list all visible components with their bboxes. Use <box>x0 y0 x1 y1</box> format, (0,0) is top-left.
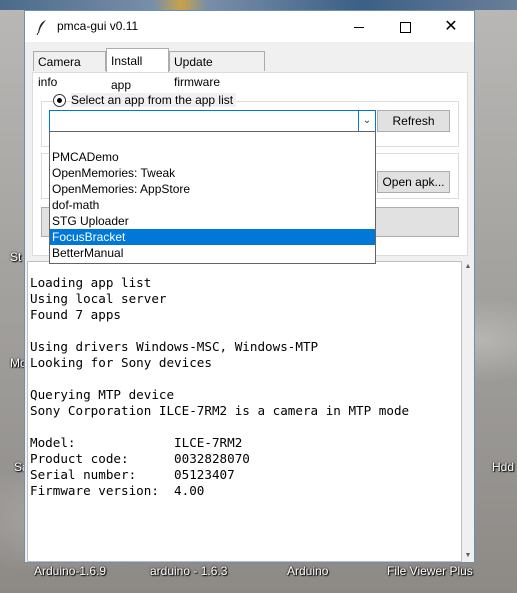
dropdown-item[interactable]: FocusBracket <box>50 229 375 245</box>
dropdown-item[interactable]: BetterManual <box>50 245 375 261</box>
scroll-up-icon[interactable]: ▲ <box>462 261 474 273</box>
app-list-dropdown[interactable]: PMCADemo OpenMemories: Tweak OpenMemories:… <box>49 131 376 264</box>
feather-icon <box>36 20 46 35</box>
desktop-icon-label[interactable]: Arduino-1.6.9 <box>34 564 106 578</box>
log-line: Found 7 apps <box>30 307 121 322</box>
open-apk-button[interactable]: Open apk... <box>377 171 450 193</box>
minimize-button[interactable] <box>336 11 382 42</box>
app-select-combobox[interactable]: ⌄ <box>49 110 376 132</box>
log-line: Querying MTP device <box>30 387 175 402</box>
log-line: Loading app list <box>30 275 152 290</box>
desktop-icons-strip <box>0 0 517 10</box>
dropdown-item[interactable]: OpenMemories: Tweak <box>50 165 375 181</box>
dropdown-item[interactable]: STG Uploader <box>50 213 375 229</box>
log-line: Serial number: 05123407 <box>30 467 235 482</box>
desktop-icon-label[interactable]: File Viewer Plus <box>387 564 473 578</box>
log-line: Looking for Sony devices <box>30 355 212 370</box>
log-line: Using drivers Windows-MSC, Windows-MTP <box>30 339 319 354</box>
dropdown-item[interactable]: PMCADemo <box>50 149 375 165</box>
window-title: pmca-gui v0.11 <box>57 19 139 33</box>
log-line: Product code: 0032828070 <box>30 451 250 466</box>
minimize-icon <box>354 26 364 28</box>
dropdown-item[interactable]: dof-math <box>50 197 375 213</box>
log-line: Firmware version: 4.00 <box>30 483 205 498</box>
select-app-radio-label[interactable]: Select an app from the app list <box>71 93 237 107</box>
chevron-down-icon[interactable]: ⌄ <box>358 111 375 131</box>
log-scrollbar[interactable]: ▲ ▼ <box>462 261 474 562</box>
maximize-button[interactable] <box>382 11 428 42</box>
dropdown-item[interactable]: OpenMemories: AppStore <box>50 181 375 197</box>
tab-update-firmware[interactable]: Update firmware <box>169 51 265 89</box>
select-app-radio[interactable] <box>53 94 66 107</box>
desktop-edge-label: St <box>10 250 22 264</box>
log-line: Sony Corporation ILCE-7RM2 is a camera i… <box>30 403 410 418</box>
desktop-edge-label: Hdd <box>492 460 515 474</box>
desktop-icon-label[interactable]: arduino - 1.6.3 <box>150 564 227 578</box>
log-output: Loading app list Using local server Found … <box>27 261 462 562</box>
refresh-button[interactable]: Refresh <box>377 110 450 132</box>
close-button[interactable]: ✕ <box>428 11 474 42</box>
tab-install-app[interactable]: Install app <box>106 48 169 92</box>
close-icon: ✕ <box>444 18 458 35</box>
scroll-down-icon[interactable]: ▼ <box>462 550 474 562</box>
desktop-icon-label[interactable]: Arduino <box>287 564 328 578</box>
title-bar[interactable]: pmca-gui v0.11 ✕ <box>25 11 474 42</box>
maximize-icon <box>399 21 411 33</box>
log-line: Model: ILCE-7RM2 <box>30 435 243 450</box>
app-window: pmca-gui v0.11 ✕ Camera info Install app… <box>24 10 475 563</box>
tab-camera-info[interactable]: Camera info <box>33 51 106 89</box>
log-line: Using local server <box>30 291 167 306</box>
